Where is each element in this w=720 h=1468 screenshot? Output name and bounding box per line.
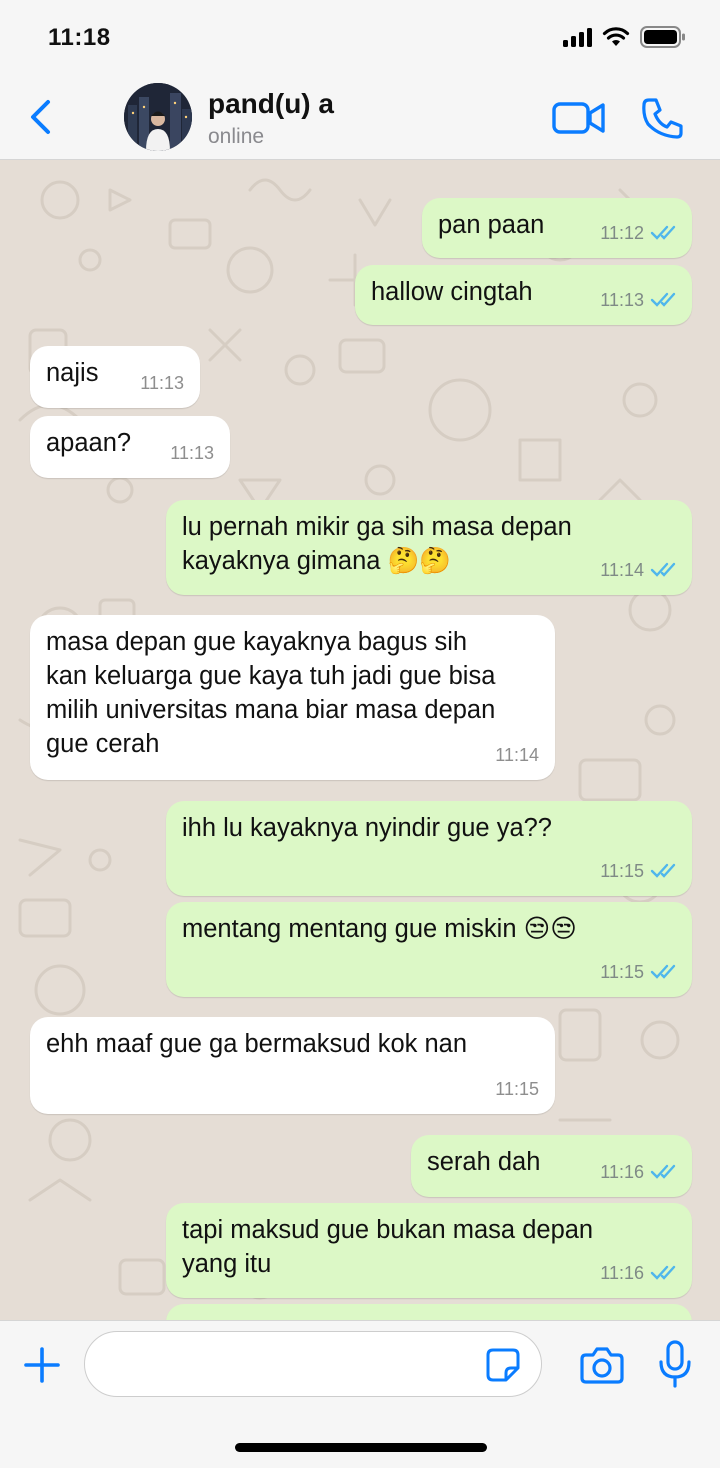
message-time: 11:13 <box>600 290 644 310</box>
home-indicator <box>235 1443 487 1452</box>
message-time: 11:16 <box>600 1162 644 1182</box>
message-time: 11:13 <box>170 443 214 463</box>
message-text: mentang mentang gue miskin 😒😒 <box>182 915 577 943</box>
read-receipt-icon <box>650 1265 676 1280</box>
message-meta: 11:13 <box>170 436 214 470</box>
message-meta: 11:15 <box>600 854 682 888</box>
read-receipt-icon <box>650 562 676 577</box>
message-bubble-outgoing[interactable]: pan paan 11:12 <box>422 198 692 258</box>
message-meta: 11:12 <box>600 216 682 250</box>
message-bubble-incoming[interactable]: ehh maaf gue ga bermaksud kok nan 11:15 <box>30 1017 555 1114</box>
message-text: masa depan gue kayaknya bagus sih kan ke… <box>46 628 496 758</box>
message-bubble-outgoing[interactable]: lu pernah mikir ga sih masa depan kayakn… <box>166 500 692 595</box>
phone-icon[interactable] <box>640 96 684 140</box>
microphone-icon[interactable] <box>658 1339 692 1389</box>
camera-icon[interactable] <box>580 1345 624 1385</box>
chevron-left-icon[interactable] <box>22 94 62 140</box>
battery-icon <box>640 26 685 48</box>
message-time: 11:12 <box>600 223 644 243</box>
avatar[interactable] <box>124 83 192 151</box>
message-time: 11:15 <box>600 861 644 881</box>
read-receipt-icon <box>650 292 676 307</box>
message-meta: 11:13 <box>600 283 682 317</box>
message-bubble-outgoing-partial[interactable] <box>166 1304 692 1320</box>
video-camera-icon[interactable] <box>552 100 606 136</box>
message-bubble-outgoing[interactable]: hallow cingtah 11:13 <box>355 265 692 325</box>
message-bubble-incoming[interactable]: masa depan gue kayaknya bagus sih kan ke… <box>30 615 555 780</box>
read-receipt-icon <box>650 1164 676 1179</box>
message-field[interactable] <box>84 1331 542 1397</box>
message-bubble-outgoing[interactable]: serah dah 11:16 <box>411 1135 692 1197</box>
message-meta: 11:16 <box>600 1256 682 1290</box>
message-time: 11:14 <box>600 560 644 580</box>
status-bar: 11:18 <box>0 0 720 76</box>
plus-icon[interactable] <box>22 1345 62 1385</box>
message-bubble-outgoing[interactable]: mentang mentang gue miskin 😒😒 11:15 <box>166 902 692 997</box>
input-bar <box>0 1320 720 1468</box>
chat-area[interactable]: pan paan 11:12 hallow cingtah 11:13 naji… <box>0 160 720 1320</box>
read-receipt-icon <box>650 225 676 240</box>
message-bubble-outgoing[interactable]: ihh lu kayaknya nyindir gue ya?? 11:15 <box>166 801 692 896</box>
message-meta: 11:15 <box>495 1072 539 1106</box>
message-time: 11:13 <box>140 373 184 393</box>
read-receipt-icon <box>650 964 676 979</box>
status-time: 11:18 <box>48 24 111 51</box>
message-time: 11:14 <box>495 745 539 765</box>
message-bubble-incoming[interactable]: apaan? 11:13 <box>30 416 230 478</box>
message-time: 11:15 <box>600 962 644 982</box>
message-bubble-incoming[interactable]: najis 11:13 <box>30 346 200 408</box>
sticker-icon[interactable] <box>485 1347 521 1383</box>
message-time: 11:15 <box>495 1079 539 1099</box>
message-meta: 11:15 <box>600 955 682 989</box>
message-text: ehh maaf gue ga bermaksud kok nan <box>46 1030 468 1058</box>
status-icons <box>563 26 686 48</box>
message-input[interactable] <box>105 1346 475 1382</box>
wifi-icon <box>602 27 630 46</box>
message-time: 11:16 <box>600 1263 644 1283</box>
chat-header: pand(u) a online <box>0 76 720 160</box>
contact-name[interactable]: pand(u) a <box>208 88 334 120</box>
read-receipt-icon <box>650 863 676 878</box>
message-text: ihh lu kayaknya nyindir gue ya?? <box>182 814 552 842</box>
message-bubble-outgoing[interactable]: tapi maksud gue bukan masa depan yang it… <box>166 1203 692 1298</box>
message-meta: 11:13 <box>140 366 184 400</box>
message-meta: 11:16 <box>600 1155 682 1189</box>
message-meta: 11:14 <box>495 738 539 772</box>
avatar-image <box>124 83 192 151</box>
contact-status: online <box>208 125 265 148</box>
signal-icon <box>563 27 592 47</box>
message-meta: 11:14 <box>600 553 682 587</box>
